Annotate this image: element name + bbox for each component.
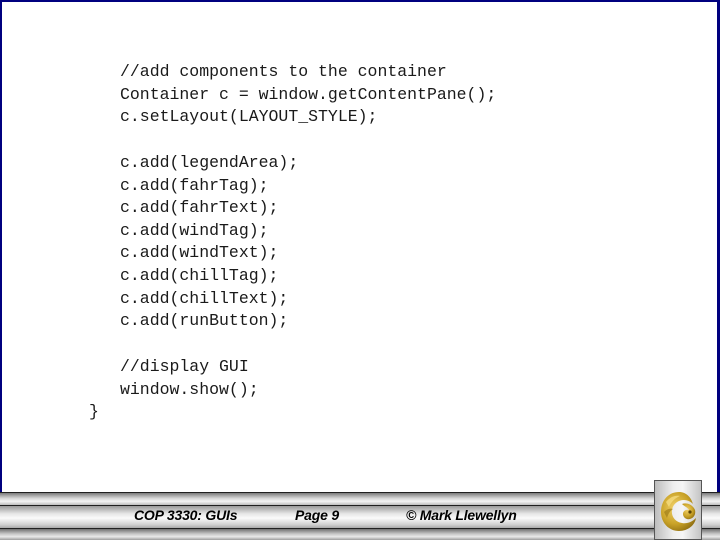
footer-band-middle	[0, 505, 720, 528]
code-line: Container c = window.getContentPane();	[120, 84, 497, 104]
footer-copyright: © Mark Llewellyn	[406, 507, 517, 523]
closing-brace: }	[89, 401, 99, 424]
code-block-setup: //add components to the container Contain…	[120, 61, 496, 129]
footer-band-bottom	[0, 528, 720, 540]
code-line: c.add(runButton);	[120, 311, 289, 331]
code-block-add-components: c.add(legendArea); c.add(fahrTag); c.add(f…	[120, 152, 298, 333]
code-line: c.setLayout(LAYOUT_STYLE);	[120, 107, 378, 127]
code-line: c.add(fahrTag);	[120, 175, 269, 195]
code-line: //add components to the container	[120, 62, 447, 81]
code-block-display: //display GUI window.show();	[120, 356, 259, 401]
code-line: window.show();	[120, 379, 259, 399]
footer-page-number: Page 9	[295, 507, 339, 523]
code-line: c.add(windTag);	[120, 220, 269, 240]
logo-box	[654, 480, 702, 540]
code-line: //display GUI	[120, 357, 249, 376]
code-line: c.add(windText);	[120, 243, 279, 263]
footer-band-top	[0, 492, 720, 505]
pegasus-logo-icon	[661, 492, 696, 531]
code-line: c.add(chillText);	[120, 288, 289, 308]
slide-footer: COP 3330: GUIs Page 9 © Mark Llewellyn	[0, 492, 720, 540]
code-line: c.add(fahrText);	[120, 198, 279, 218]
code-line: c.add(legendArea);	[120, 153, 299, 172]
footer-course: COP 3330: GUIs	[134, 507, 238, 523]
code-line: c.add(chillTag);	[120, 265, 279, 285]
code-line: }	[89, 402, 99, 421]
